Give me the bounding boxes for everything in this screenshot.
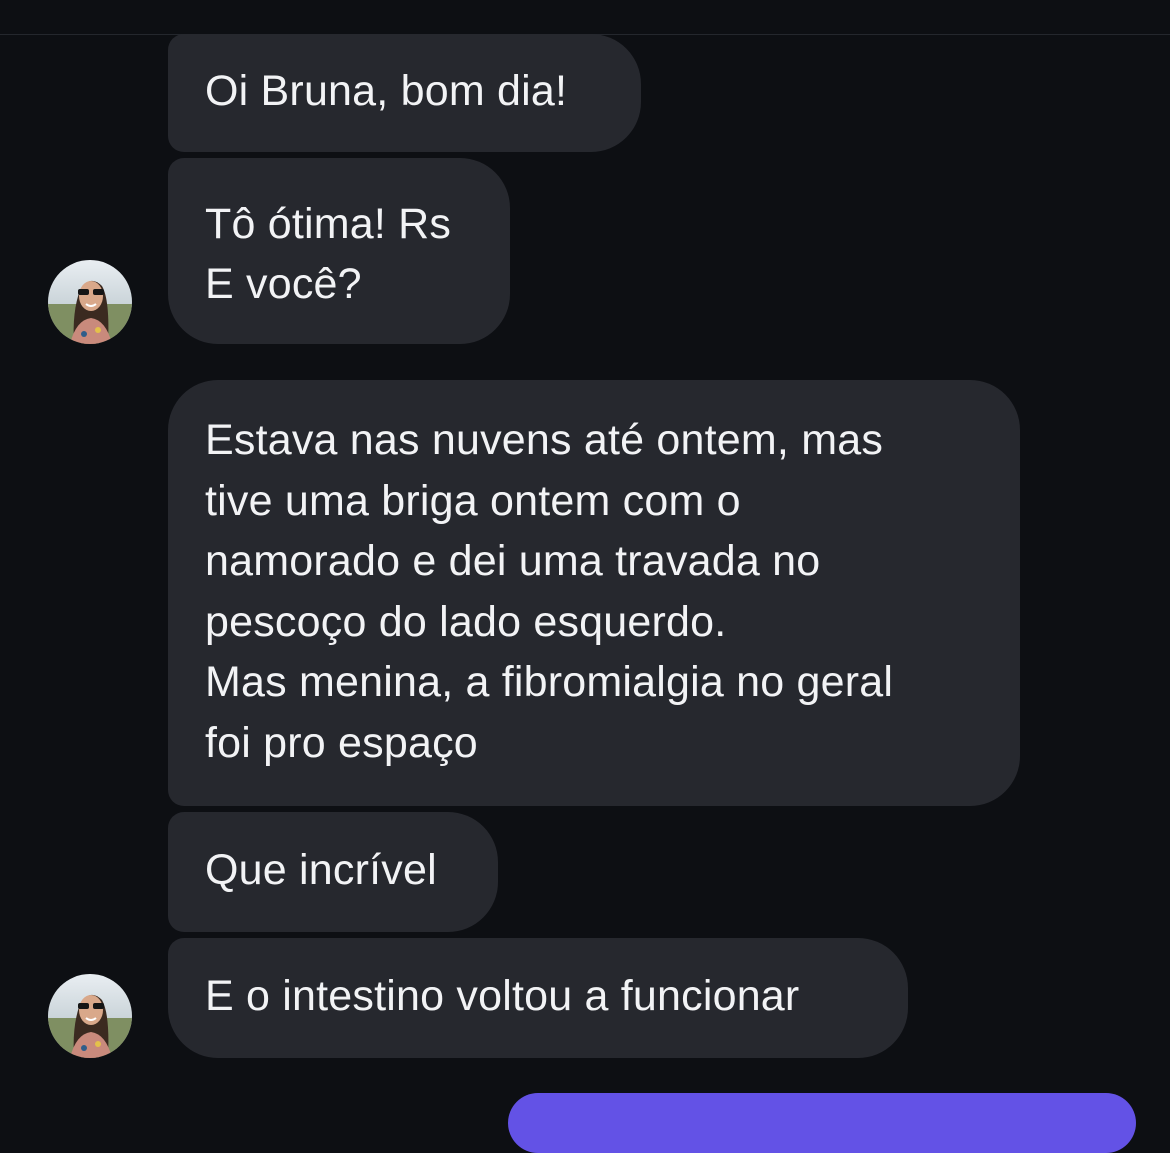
avatar-photo [48,260,132,344]
contact-avatar[interactable] [48,974,132,1058]
message-text: E o intestino voltou a funcionar [205,972,800,1020]
message-text: E você? [205,260,362,308]
message-text: Mas menina, a fibromialgia no geral [205,658,894,706]
message-text: Oi Bruna, bom dia! [205,67,568,115]
message-bubble[interactable]: E o intestino voltou a funcionar [168,938,908,1058]
contact-avatar[interactable] [48,260,132,344]
message-text: Tô ótima! Rs [205,200,452,248]
message-text: tive uma briga ontem com o [205,476,741,525]
message-bubble[interactable]: Oi Bruna, bom dia! [168,34,641,152]
message-bubble[interactable]: Que incrível [168,812,498,932]
message-bubble[interactable]: Tô ótima! Rs E você? [168,158,510,344]
message-text: foi pro espaço [205,718,478,767]
message-text: namorado e dei uma travada no [205,537,821,585]
message-text: Que incrível [205,846,437,894]
outgoing-message-bubble[interactable] [508,1093,1136,1153]
message-text: pescoço do lado esquerdo. [205,597,727,646]
avatar-photo [48,974,132,1058]
message-text: Estava nas nuvens até ontem, mas [205,416,884,464]
message-bubble[interactable]: Estava nas nuvens até ontem, mas tive um… [168,380,1020,806]
